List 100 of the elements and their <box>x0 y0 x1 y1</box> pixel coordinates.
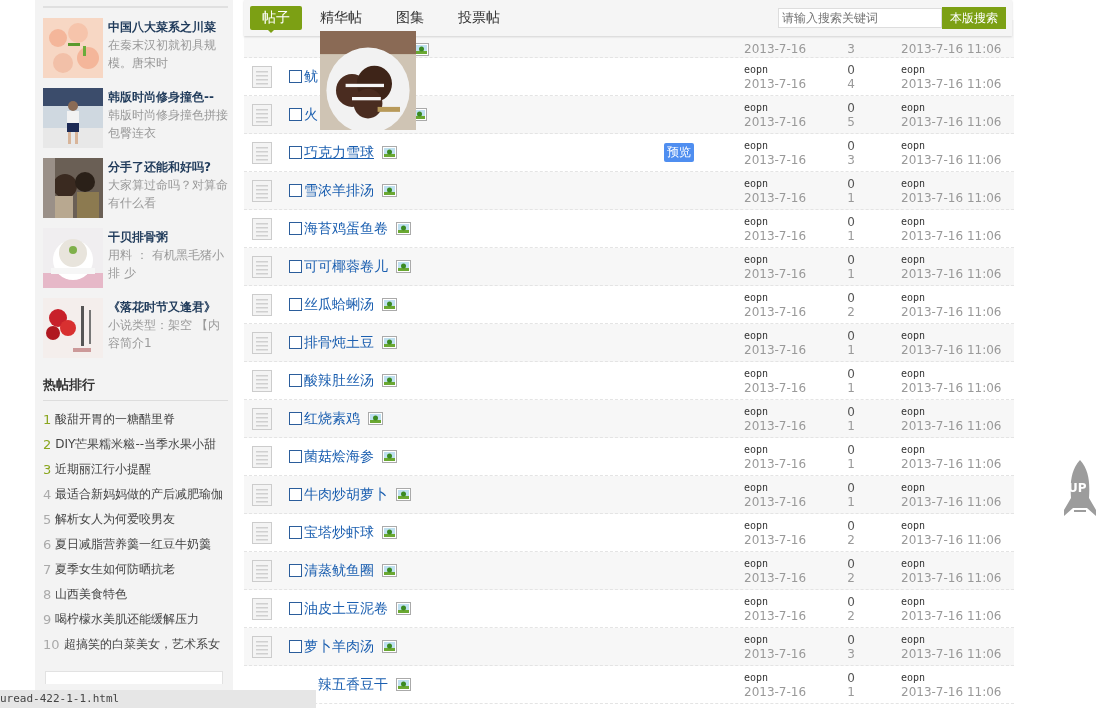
featured-title[interactable]: 中国八大菜系之川菜 <box>108 18 228 36</box>
last-post-time: 2013-7-16 11:06 <box>901 304 1002 319</box>
checkbox[interactable] <box>289 146 302 159</box>
last-post-time: 2013-7-16 11:06 <box>901 42 1002 56</box>
hot-post-link[interactable]: 超搞笑的白菜美女，艺术系女 <box>63 636 220 653</box>
last-poster[interactable]: eopn <box>901 214 926 229</box>
last-poster[interactable]: eopn <box>901 594 926 609</box>
last-poster[interactable]: eopn <box>901 366 926 381</box>
last-poster[interactable]: eopn <box>901 138 926 153</box>
author-name[interactable]: eopn <box>744 252 769 267</box>
author-name[interactable]: eopn <box>744 404 769 419</box>
thread-title-link[interactable]: 可可椰蓉卷儿 <box>304 257 388 276</box>
hot-post-link[interactable]: 夏日减脂营养羹一红豆牛奶羹 <box>55 536 212 553</box>
tab[interactable]: 投票帖 <box>446 6 512 30</box>
featured-title[interactable]: 《落花时节又逢君》 <box>108 298 228 316</box>
last-poster[interactable]: eopn <box>901 480 926 495</box>
hot-post-link[interactable]: DIY芒果糯米糍--当季水果小甜 <box>55 436 217 453</box>
thread-title-link[interactable]: 酸辣肚丝汤 <box>304 371 374 390</box>
last-poster[interactable]: eopn <box>901 62 926 77</box>
thread-title-link[interactable]: 清蒸鱿鱼圈 <box>304 561 374 580</box>
last-poster[interactable]: eopn <box>901 556 926 571</box>
tab[interactable]: 精华帖 <box>308 6 374 30</box>
checkbox[interactable] <box>289 450 302 463</box>
hot-post-link[interactable]: 最适合新妈妈做的产后减肥瑜伽 <box>55 486 224 503</box>
featured-summary: 大家算过命吗？对算命有什么看 <box>108 177 228 212</box>
thread-title-link[interactable]: 菌菇烩海参 <box>304 447 374 466</box>
thread-title-link[interactable]: 宝塔炒虾球 <box>304 523 374 542</box>
last-poster[interactable]: eopn <box>901 176 926 191</box>
reply-count: 0 <box>847 594 855 609</box>
last-post-time: 2013-7-16 11:06 <box>901 228 1002 243</box>
checkbox[interactable] <box>289 184 302 197</box>
thread-title-link[interactable]: 鱿 <box>304 67 318 86</box>
last-poster[interactable]: eopn <box>901 670 926 685</box>
author-name[interactable]: eopn <box>744 556 769 571</box>
author-name[interactable]: eopn <box>744 138 769 153</box>
author-name[interactable]: eopn <box>744 442 769 457</box>
author-name[interactable]: eopn <box>744 100 769 115</box>
author-name[interactable]: eopn <box>744 480 769 495</box>
hot-post-link[interactable]: 夏季女生如何防晒抗老 <box>55 561 176 578</box>
document-icon <box>252 597 272 620</box>
thread-title-link[interactable]: 雪浓羊排汤 <box>304 181 374 200</box>
tab[interactable]: 图集 <box>384 6 436 30</box>
hot-post-link[interactable]: 近期丽江行小提醒 <box>55 461 152 478</box>
thread-title-link[interactable]: 牛肉炒胡萝卜 <box>304 485 388 504</box>
checkbox[interactable] <box>289 488 302 501</box>
thread-title-link[interactable]: 排骨炖土豆 <box>304 333 374 352</box>
featured-title[interactable]: 韩版时尚修身撞色-- <box>108 88 228 106</box>
author-name[interactable]: eopn <box>744 366 769 381</box>
thread-title-link[interactable]: 辣五香豆干 <box>318 675 388 694</box>
last-poster[interactable]: eopn <box>901 100 926 115</box>
last-poster[interactable]: eopn <box>901 328 926 343</box>
checkbox[interactable] <box>289 298 302 311</box>
checkbox[interactable] <box>289 336 302 349</box>
checkbox[interactable] <box>289 70 302 83</box>
hot-post-link[interactable]: 酸甜开胃的一糖醋里脊 <box>55 411 176 428</box>
last-post-time: 2013-7-16 11:06 <box>901 646 1002 661</box>
author-name[interactable]: eopn <box>744 176 769 191</box>
hot-post-link[interactable]: 山西美食特色 <box>55 586 128 603</box>
last-poster[interactable]: eopn <box>901 404 926 419</box>
thread-title-link[interactable]: 巧克力雪球 <box>304 143 374 162</box>
author-name[interactable]: eopn <box>744 670 769 685</box>
author-name[interactable]: eopn <box>744 328 769 343</box>
thread-title-link[interactable]: 油皮土豆泥卷 <box>304 599 388 618</box>
rank-number: 3 <box>43 462 52 477</box>
last-poster[interactable]: eopn <box>901 632 926 647</box>
last-poster[interactable]: eopn <box>901 252 926 267</box>
hot-post-link[interactable]: 解析女人为何爱咬男友 <box>55 511 176 528</box>
reply-count: 0 <box>847 252 855 267</box>
checkbox[interactable] <box>289 260 302 273</box>
checkbox[interactable] <box>289 564 302 577</box>
last-poster[interactable]: eopn <box>901 518 926 533</box>
thread-title-link[interactable]: 萝卜羊肉汤 <box>304 637 374 656</box>
post-date: 2013-7-16 <box>744 342 807 357</box>
last-poster[interactable]: eopn <box>901 290 926 305</box>
checkbox[interactable] <box>289 222 302 235</box>
featured-title[interactable]: 干贝排骨粥 <box>108 228 228 246</box>
checkbox[interactable] <box>289 602 302 615</box>
author-name[interactable]: eopn <box>744 632 769 647</box>
checkbox[interactable] <box>289 412 302 425</box>
author-name[interactable]: eopn <box>744 62 769 77</box>
last-poster[interactable]: eopn <box>901 442 926 457</box>
reply-count: 0 <box>847 632 855 647</box>
author-name[interactable]: eopn <box>744 594 769 609</box>
author-name[interactable]: eopn <box>744 290 769 305</box>
hot-post-link[interactable]: 喝柠檬水美肌还能缓解压力 <box>55 611 200 628</box>
featured-title[interactable]: 分手了还能和好吗? <box>108 158 228 176</box>
checkbox[interactable] <box>289 374 302 387</box>
thread-title-link[interactable]: 海苔鸡蛋鱼卷 <box>304 219 388 238</box>
document-icon <box>252 141 272 164</box>
checkbox[interactable] <box>289 108 302 121</box>
checkbox[interactable] <box>289 640 302 653</box>
checkbox[interactable] <box>289 526 302 539</box>
search-field[interactable]: 请输入搜索关键词 <box>778 8 942 28</box>
thread-title-link[interactable]: 红烧素鸡 <box>304 409 360 428</box>
author-name[interactable]: eopn <box>744 214 769 229</box>
document-icon <box>252 103 272 126</box>
author-name[interactable]: eopn <box>744 518 769 533</box>
view-count: 1 <box>847 380 855 395</box>
thread-title-link[interactable]: 火 <box>304 105 318 124</box>
thread-title-link[interactable]: 丝瓜蛤蜊汤 <box>304 295 374 314</box>
